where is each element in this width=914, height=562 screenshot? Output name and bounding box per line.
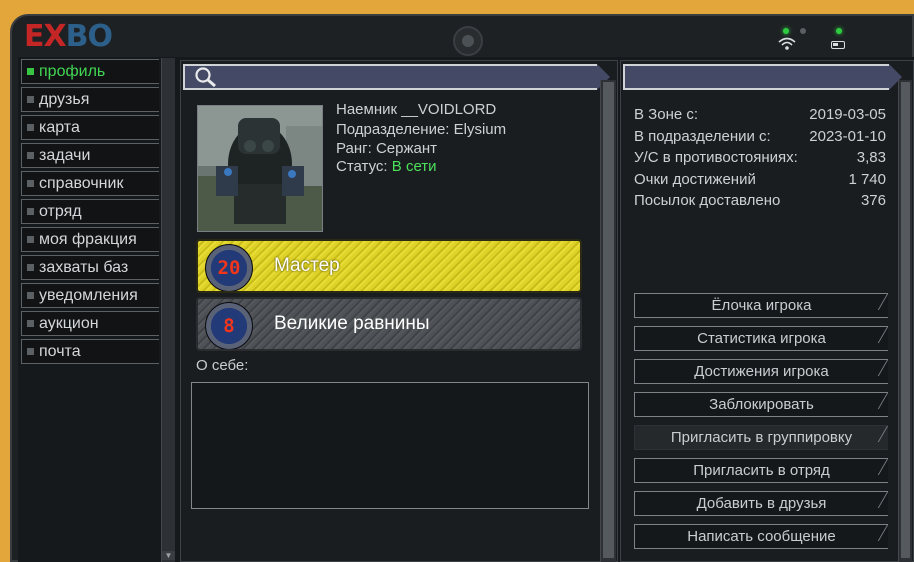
sidebar-item-1[interactable]: друзья xyxy=(21,87,159,112)
scrollbar-thumb[interactable] xyxy=(901,82,910,558)
sidebar-item-4[interactable]: справочник xyxy=(21,171,159,196)
stat-value: 2023-01-10 xyxy=(809,127,886,145)
rank-label: Мастер xyxy=(274,255,340,276)
indicator-light-icon xyxy=(836,28,842,34)
rank-badge-number: 8 xyxy=(223,315,235,337)
stat-label: У/С в противостояниях: xyxy=(634,149,798,166)
stat-label: В подразделении с: xyxy=(634,127,771,145)
stat-label: В Зоне с: xyxy=(634,106,699,123)
sidebar-item-5[interactable]: отряд xyxy=(21,199,159,224)
exbo-logo: EXBO xyxy=(24,19,113,54)
search-icon[interactable] xyxy=(194,66,218,93)
stat-row: У/С в противостояниях: 3,83 xyxy=(634,149,886,166)
rank-bar-master: 20 Мастер xyxy=(196,239,582,293)
rank-label: Великие равнины xyxy=(274,313,430,334)
sidebar-item-label: аукцион xyxy=(39,315,99,332)
sidebar-item-3[interactable]: задачи xyxy=(21,143,159,168)
sidebar-item-8[interactable]: уведомления xyxy=(21,283,159,308)
profile-scrollbar[interactable] xyxy=(600,80,616,562)
sidebar-item-label: карта xyxy=(39,119,80,136)
rank-badge-number: 20 xyxy=(217,257,241,279)
stat-label: Посылок доставлено xyxy=(634,192,781,209)
sidebar-item-label: отряд xyxy=(39,203,82,220)
indicator-light-icon xyxy=(800,28,806,34)
player-name: Наемник __VOIDLORD xyxy=(336,101,497,118)
action-button-3[interactable]: Заблокировать xyxy=(634,392,888,417)
sidebar-scrollbar[interactable]: ▼ xyxy=(161,58,175,562)
stats-header-bar xyxy=(623,64,902,90)
stat-row: Посылок доставлено 376 xyxy=(634,192,886,209)
rank-badge-icon: 8 xyxy=(205,302,253,349)
stat-label: Очки достижений xyxy=(634,170,756,188)
wifi-icon xyxy=(776,36,798,55)
sidebar-item-2[interactable]: карта xyxy=(21,115,159,140)
sidebar-item-label: уведомления xyxy=(39,287,138,304)
rank-badge-icon: 20 xyxy=(205,244,253,291)
status-value: В сети xyxy=(391,158,437,175)
camera-icon xyxy=(453,26,483,56)
action-button-6[interactable]: Добавить в друзья xyxy=(634,491,888,516)
action-button-5[interactable]: Пригласить в отряд xyxy=(634,458,888,483)
sidebar-item-9[interactable]: аукцион xyxy=(21,311,159,336)
stat-value: 376 xyxy=(860,192,886,209)
stat-value: 1 740 xyxy=(848,170,886,188)
stat-value: 3,83 xyxy=(856,149,886,166)
sidebar-item-0[interactable]: профиль xyxy=(21,59,159,84)
sidebar-item-label: почта xyxy=(39,343,81,360)
scroll-down-icon[interactable]: ▼ xyxy=(162,551,175,560)
about-textbox[interactable] xyxy=(191,382,589,509)
player-division: Подразделение: Elysium xyxy=(336,121,507,138)
rank-bar-great-plains: 8 Великие равнины xyxy=(196,297,582,351)
sidebar-item-7[interactable]: захваты баз xyxy=(21,255,159,280)
stat-row: В Зоне с: 2019-03-05 xyxy=(634,106,886,123)
sidebar-item-label: захваты баз xyxy=(39,259,129,276)
profile-header-bar xyxy=(183,64,610,90)
sidebar-item-label: друзья xyxy=(39,91,90,108)
stat-value: 2019-03-05 xyxy=(809,106,886,123)
indicator-light-icon xyxy=(783,28,789,34)
player-rank: Ранг: Сержант xyxy=(336,140,437,157)
action-button-1[interactable]: Статистика игрока xyxy=(634,326,888,351)
sidebar-item-label: задачи xyxy=(39,147,91,164)
sidebar-item-label: профиль xyxy=(39,63,106,80)
stat-row: Очки достижений 1 740 xyxy=(634,171,886,188)
sidebar-item-10[interactable]: почта xyxy=(21,339,159,364)
action-button-7[interactable]: Написать сообщение xyxy=(634,524,888,549)
action-button-0[interactable]: Ёлочка игрока xyxy=(634,293,888,318)
sidebar-item-label: справочник xyxy=(39,175,124,192)
battery-icon xyxy=(831,41,845,49)
action-button-2[interactable]: Достижения игрока xyxy=(634,359,888,384)
sidebar-item-6[interactable]: моя фракция xyxy=(21,227,159,252)
about-label: О себе: xyxy=(196,357,249,374)
action-button-4[interactable]: Пригласить в группировку xyxy=(634,425,888,450)
sidebar-item-label: моя фракция xyxy=(39,231,137,248)
player-status: Статус: В сети xyxy=(336,158,437,175)
stats-scrollbar[interactable] xyxy=(898,80,912,562)
status-label: Статус: xyxy=(336,158,392,175)
scrollbar-thumb[interactable] xyxy=(603,82,614,558)
avatar xyxy=(197,105,323,232)
stat-row: В подразделении с: 2023-01-10 xyxy=(634,128,886,145)
